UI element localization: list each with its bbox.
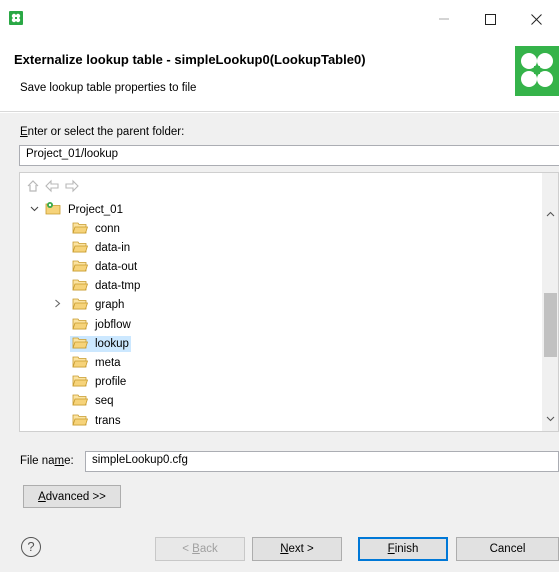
tree-item-content: data-tmp [70,278,142,294]
expanded-chevron-icon[interactable] [28,204,40,216]
tree-item-label: jobflow [95,318,131,331]
tree-item-content: profile [70,374,128,390]
title-bar [0,0,559,38]
tree-item-label: data-out [95,260,138,273]
project-icon [45,201,61,218]
home-icon[interactable] [26,179,40,195]
tree-item-label: lookup [95,337,129,350]
minimize-icon [439,18,449,20]
tree-item-data-out[interactable]: data-out [48,257,139,276]
folder-icon [72,297,89,313]
folder-icon [72,336,89,352]
scroll-down-icon[interactable] [546,414,555,425]
finish-button[interactable]: Finish [358,537,448,561]
folder-icon [72,393,89,409]
back-button[interactable]: < Back [155,537,245,561]
tree-item-lookup[interactable]: lookup [48,334,131,353]
maximize-icon [484,13,496,25]
tree-item-content: conn [70,221,122,237]
tree-item-label: data-in [95,241,131,254]
parent-folder-input[interactable]: Project_01/lookup [19,145,559,166]
folder-icon [72,317,89,333]
tree-item-meta[interactable]: meta [48,353,123,372]
back-icon[interactable] [44,179,60,195]
tree-item-content: jobflow [70,317,133,333]
page-title: Externalize lookup table - simpleLookup0… [14,52,366,67]
tree-item-content: meta [70,355,123,371]
parent-folder-label: Enter or select the parent folder: [20,126,185,138]
folder-icon [72,259,89,275]
tree-item-content: data-in [70,240,132,256]
tree-item-label: conn [95,222,120,235]
advanced-button[interactable]: Advanced >> [23,485,121,508]
tree-item-label: trans [95,414,121,427]
minimize-button[interactable] [421,0,467,38]
clover-app-icon [9,11,23,25]
tree-item-content: data-out [70,259,139,275]
scroll-up-icon[interactable] [546,209,555,220]
folder-tree[interactable]: Project_01 conn data-in data-out data-tmp gr… [19,172,559,432]
next-button[interactable]: Next > [252,537,342,561]
tree-item-content: graph [70,297,126,313]
folder-icon [72,413,89,429]
tree-item-conn[interactable]: conn [48,219,122,238]
tree-vertical-scrollbar[interactable] [542,173,558,431]
wizard-footer: ? < Back Next > Finish Cancel [0,523,559,572]
file-name-label: File name: [20,455,74,467]
close-button[interactable] [513,0,559,38]
close-icon [530,13,542,25]
tree-item-content: lookup [70,335,131,352]
folder-icon [72,374,89,390]
tree-toolbar [26,179,80,195]
tree-item-graph[interactable]: graph [48,296,126,315]
tree-item-data-tmp[interactable]: data-tmp [48,277,142,296]
tree-item-label: profile [95,376,127,389]
wizard-content: Enter or select the parent folder: Proje… [0,113,559,523]
scrollbar-thumb[interactable] [544,293,557,357]
tree-item-label: data-tmp [95,280,141,293]
tree-item-label: meta [95,356,121,369]
clover-logo [515,46,559,96]
file-name-input[interactable]: simpleLookup0.cfg [85,451,559,472]
folder-icon [72,221,89,237]
folder-icon [72,355,89,371]
tree-item-label: graph [95,299,125,312]
maximize-button[interactable] [467,0,513,38]
wizard-header: Externalize lookup table - simpleLookup0… [0,38,559,112]
tree-item-trans[interactable]: trans [48,411,123,430]
tree-root-project[interactable]: Project_01 [28,200,125,219]
cancel-button[interactable]: Cancel [456,537,559,561]
tree-item-data-in[interactable]: data-in [48,238,132,257]
tree-item-content: seq [70,393,116,409]
tree-item-label: seq [95,395,114,408]
page-description: Save lookup table properties to file [20,82,197,94]
tree-item-profile[interactable]: profile [48,373,128,392]
collapsed-chevron-icon[interactable] [48,299,66,311]
tree-root-label: Project_01 [68,203,123,216]
help-icon[interactable]: ? [21,537,41,557]
tree-item-seq[interactable]: seq [48,392,116,411]
forward-icon[interactable] [64,179,80,195]
folder-icon [72,278,89,294]
tree-item-jobflow[interactable]: jobflow [48,315,133,334]
folder-icon [72,240,89,256]
tree-item-content: trans [70,413,123,429]
